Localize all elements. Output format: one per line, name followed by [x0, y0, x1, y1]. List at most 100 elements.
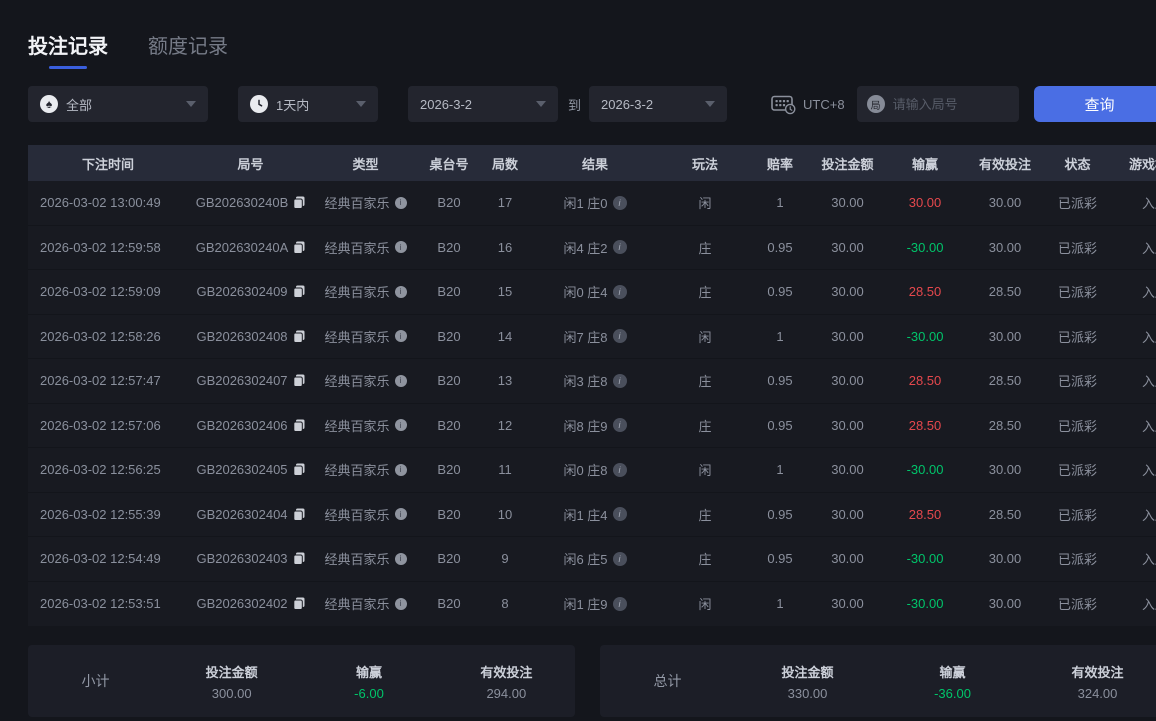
- cell-result: 闲0 庄4 i: [530, 282, 660, 301]
- cell-win-loss: 30.00: [908, 195, 942, 211]
- column-header: 赔率: [766, 156, 793, 172]
- game-type-select[interactable]: ♠ 全部: [28, 86, 208, 122]
- type-info-icon[interactable]: i: [394, 196, 407, 209]
- total-box: 总计 投注金额 330.00 输赢 -36.00 有效投注 324.00: [600, 645, 1156, 717]
- type-info-icon[interactable]: i: [394, 330, 407, 343]
- cell-result: 闲0 庄8 i: [530, 460, 660, 479]
- copy-icon[interactable]: [292, 597, 305, 611]
- date-from-select[interactable]: 2026-3-2: [408, 86, 558, 122]
- time-range-select[interactable]: 1天内: [238, 86, 378, 122]
- cell-odds: 0.95: [767, 239, 793, 255]
- cell-round-id: GB202630240A: [188, 240, 313, 255]
- cell-valid-bet: 30.00: [988, 195, 1022, 211]
- cell-win-loss: 28.50: [908, 417, 942, 433]
- chevron-down-icon: [356, 101, 366, 107]
- copy-icon[interactable]: [292, 419, 305, 432]
- round-search-field[interactable]: 局: [856, 86, 1019, 122]
- cell-bet-amount: 30.00: [831, 373, 864, 389]
- column-header: 桌台号: [429, 156, 469, 172]
- copy-icon[interactable]: [292, 508, 305, 521]
- cell-time: 2026-03-02 12:59:58: [40, 239, 161, 255]
- copy-icon[interactable]: [292, 463, 305, 477]
- betting-records-page: 投注记录 额度记录 ♠ 全部 1天内 2026-3-2 到 2026-3-2 U…: [0, 0, 1156, 721]
- cell-round-no: 9: [501, 551, 509, 567]
- copy-icon[interactable]: [292, 552, 305, 566]
- cell-time: 2026-03-02 12:57:06: [40, 417, 161, 433]
- result-info-icon[interactable]: i: [612, 284, 627, 299]
- tab-betting-records[interactable]: 投注记录: [28, 30, 108, 69]
- cell-bet-amount: 30.00: [831, 195, 864, 211]
- type-info-icon[interactable]: i: [394, 597, 407, 610]
- cell-status: 已派彩: [1057, 507, 1097, 523]
- cell-bet-amount: 30.00: [831, 596, 864, 612]
- cell-round-no: 12: [497, 417, 513, 433]
- calendar-clock-icon: [771, 93, 796, 115]
- cell-result: 闲3 庄8 i: [530, 371, 660, 390]
- cell-result: 闲1 庄4 i: [530, 505, 660, 524]
- cell-valid-bet: 30.00: [988, 328, 1022, 344]
- column-header: 游戏模式: [1128, 156, 1156, 172]
- cell-win-loss: -30.00: [906, 462, 944, 478]
- result-info-icon[interactable]: i: [612, 418, 627, 433]
- tab-quota-records[interactable]: 额度记录: [148, 30, 228, 69]
- column-header: 玩法: [691, 156, 718, 172]
- copy-icon[interactable]: [292, 330, 305, 343]
- cell-win-loss: -30.00: [906, 239, 944, 255]
- cell-play: 庄: [698, 552, 712, 568]
- copy-icon[interactable]: [293, 196, 305, 210]
- clock-icon: [250, 95, 268, 113]
- cell-mode: 入座: [1141, 597, 1156, 613]
- result-info-icon[interactable]: i: [612, 551, 627, 566]
- cell-status: 已派彩: [1057, 418, 1097, 434]
- table-row: 2026-03-02 12:56:25 GB2026302405 经典百家乐 i B20…: [28, 448, 1156, 493]
- cell-win-loss: 28.50: [908, 284, 942, 300]
- cell-play: 庄: [698, 507, 712, 523]
- type-info-icon[interactable]: i: [394, 552, 407, 565]
- result-info-icon[interactable]: i: [612, 373, 627, 388]
- type-info-icon[interactable]: i: [394, 463, 407, 476]
- cell-result: 闲1 庄9 i: [530, 594, 660, 613]
- result-info-icon[interactable]: i: [612, 195, 627, 210]
- type-info-icon[interactable]: i: [394, 419, 407, 432]
- cell-win-loss: 28.50: [908, 506, 942, 522]
- result-info-icon[interactable]: i: [612, 507, 627, 522]
- cell-win-loss: 28.50: [908, 373, 942, 389]
- cell-result: 闲8 庄9 i: [530, 416, 660, 435]
- game-type-value: 全部: [66, 97, 93, 113]
- timezone-indicator[interactable]: UTC+8: [771, 93, 845, 115]
- cell-bet-amount: 30.00: [831, 462, 864, 478]
- cell-odds: 0.95: [767, 373, 793, 389]
- table-row: 2026-03-02 13:00:49 GB202630240B 经典百家乐 i B20…: [28, 181, 1156, 226]
- table-row: 2026-03-02 12:55:39 GB2026302404 经典百家乐 i B20…: [28, 493, 1156, 537]
- cell-mode: 入座: [1141, 507, 1156, 523]
- copy-icon[interactable]: [293, 241, 305, 254]
- type-info-icon[interactable]: i: [394, 241, 407, 254]
- cell-round-no: 8: [501, 596, 509, 612]
- result-info-icon[interactable]: i: [612, 240, 627, 255]
- result-info-icon[interactable]: i: [612, 596, 627, 611]
- cell-status: 已派彩: [1057, 240, 1097, 256]
- chevron-down-icon: [186, 101, 196, 107]
- table-body: 2026-03-02 13:00:49 GB202630240B 经典百家乐 i B20…: [28, 181, 1156, 626]
- cell-table-no: B20: [437, 195, 461, 211]
- copy-icon[interactable]: [292, 374, 305, 388]
- round-search-input[interactable]: [892, 96, 1011, 112]
- cell-time: 2026-03-02 12:59:09: [40, 284, 161, 300]
- search-button[interactable]: 查询: [1033, 86, 1156, 122]
- active-tab-underline: [49, 66, 87, 69]
- cell-play: 庄: [698, 374, 712, 390]
- type-info-icon[interactable]: i: [394, 285, 407, 298]
- type-info-icon[interactable]: i: [394, 508, 407, 521]
- records-table: 下注时间 局号 类型 桌台号 局数 结果 玩法 赔率 投注金额 输赢 有效投注 状态 游戏模式 2026…: [28, 145, 1156, 626]
- column-header: 局号: [237, 156, 264, 172]
- cell-time: 2026-03-02 12:56:25: [40, 462, 161, 478]
- copy-icon[interactable]: [292, 285, 305, 299]
- cell-round-no: 10: [497, 506, 513, 522]
- result-info-icon[interactable]: i: [612, 329, 627, 344]
- cell-valid-bet: 28.50: [988, 284, 1022, 300]
- cell-valid-bet: 30.00: [988, 239, 1022, 255]
- cell-odds: 0.95: [767, 284, 793, 300]
- type-info-icon[interactable]: i: [394, 374, 407, 387]
- result-info-icon[interactable]: i: [612, 462, 627, 477]
- date-to-select[interactable]: 2026-3-2: [589, 86, 728, 122]
